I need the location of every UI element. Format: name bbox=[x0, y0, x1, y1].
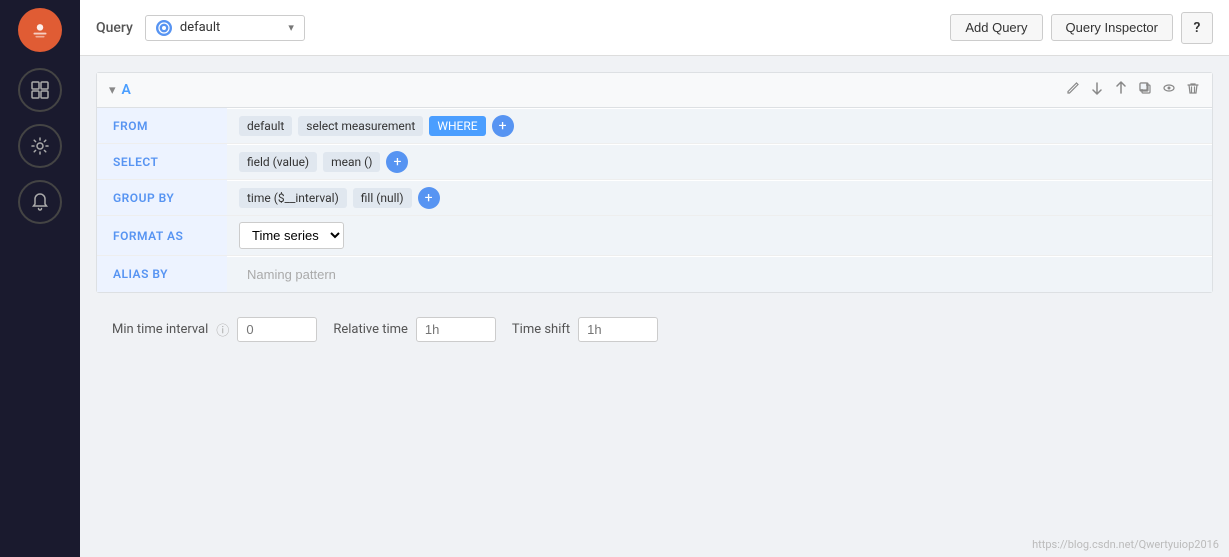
query-section-title: ▾ A bbox=[109, 82, 131, 98]
group-by-time-tag[interactable]: time ($__interval) bbox=[239, 188, 347, 208]
alias-by-content bbox=[227, 257, 1212, 292]
select-field-tag[interactable]: field (value) bbox=[239, 152, 317, 172]
alias-by-input[interactable] bbox=[239, 263, 539, 286]
select-mean-tag[interactable]: mean () bbox=[323, 152, 380, 172]
query-section-actions bbox=[1066, 81, 1200, 99]
time-shift-group: Time shift bbox=[512, 317, 658, 342]
format-as-content: Time series Table Document bbox=[227, 216, 1212, 255]
select-label: SELECT bbox=[97, 144, 227, 179]
format-as-select[interactable]: Time series Table Document bbox=[240, 223, 343, 248]
min-time-interval-group: Min time interval ⓘ bbox=[112, 317, 317, 342]
copy-icon[interactable] bbox=[1138, 81, 1152, 99]
sidebar-item-dashboards[interactable] bbox=[18, 68, 62, 112]
datasource-icon bbox=[156, 20, 172, 36]
alias-by-label: ALIAS BY bbox=[97, 256, 227, 292]
from-default-tag[interactable]: default bbox=[239, 116, 292, 136]
collapse-icon[interactable]: ▾ bbox=[109, 83, 116, 98]
query-panel: ▾ A bbox=[80, 56, 1229, 557]
query-inspector-button[interactable]: Query Inspector bbox=[1051, 14, 1174, 41]
query-section-header: ▾ A bbox=[97, 73, 1212, 108]
bottom-options: Min time interval ⓘ Relative time Time s… bbox=[96, 309, 1213, 358]
select-add-button[interactable]: + bbox=[386, 151, 408, 173]
min-time-interval-label: Min time interval bbox=[112, 322, 208, 337]
topbar-right: Add Query Query Inspector ? bbox=[950, 12, 1213, 44]
group-by-label: GROUP BY bbox=[97, 180, 227, 215]
datasource-caret-icon: ▾ bbox=[288, 21, 294, 34]
relative-time-label: Relative time bbox=[333, 322, 408, 337]
from-measurement-tag[interactable]: select measurement bbox=[298, 116, 423, 136]
min-time-interval-input[interactable] bbox=[237, 317, 317, 342]
select-content: field (value) mean () + bbox=[227, 145, 1212, 179]
select-row: SELECT field (value) mean () + bbox=[97, 144, 1212, 180]
time-shift-label: Time shift bbox=[512, 322, 570, 337]
query-label: Query bbox=[96, 20, 133, 36]
from-add-button[interactable]: + bbox=[492, 115, 514, 137]
sidebar-item-alerts[interactable] bbox=[18, 180, 62, 224]
watermark: https://blog.csdn.net/Qwertyuiop2016 bbox=[1032, 538, 1219, 551]
datasource-name: default bbox=[180, 20, 280, 35]
datasource-selector[interactable]: default ▾ bbox=[145, 15, 305, 41]
group-by-row: GROUP BY time ($__interval) fill (null) … bbox=[97, 180, 1212, 216]
group-by-add-button[interactable]: + bbox=[418, 187, 440, 209]
delete-icon[interactable] bbox=[1186, 81, 1200, 99]
query-rows: FROM default select measurement WHERE + … bbox=[97, 108, 1212, 292]
query-section-a: ▾ A bbox=[96, 72, 1213, 293]
from-row: FROM default select measurement WHERE + bbox=[97, 108, 1212, 144]
topbar-left: Query default ▾ bbox=[96, 15, 305, 41]
visibility-icon[interactable] bbox=[1162, 81, 1176, 99]
format-as-label: FORMAT AS bbox=[97, 216, 227, 255]
topbar: Query default ▾ Add Query Query Inspecto… bbox=[80, 0, 1229, 56]
alias-by-row: ALIAS BY bbox=[97, 256, 1212, 292]
query-letter: A bbox=[122, 82, 131, 98]
help-button[interactable]: ? bbox=[1181, 12, 1213, 44]
group-by-content: time ($__interval) fill (null) + bbox=[227, 181, 1212, 215]
relative-time-input[interactable] bbox=[416, 317, 496, 342]
grafana-logo[interactable] bbox=[18, 8, 62, 52]
from-label: FROM bbox=[97, 108, 227, 143]
add-query-button[interactable]: Add Query bbox=[950, 14, 1042, 41]
main-content: Query default ▾ Add Query Query Inspecto… bbox=[80, 0, 1229, 557]
format-select-wrapper[interactable]: Time series Table Document bbox=[239, 222, 344, 249]
sidebar bbox=[0, 0, 80, 557]
move-down-icon[interactable] bbox=[1090, 81, 1104, 99]
time-shift-input[interactable] bbox=[578, 317, 658, 342]
edit-icon[interactable] bbox=[1066, 81, 1080, 99]
format-as-row: FORMAT AS Time series Table Document bbox=[97, 216, 1212, 256]
where-tag[interactable]: WHERE bbox=[429, 116, 485, 136]
min-time-interval-info-icon[interactable]: ⓘ bbox=[216, 320, 229, 339]
sidebar-item-gear[interactable] bbox=[18, 124, 62, 168]
group-by-fill-tag[interactable]: fill (null) bbox=[353, 188, 412, 208]
relative-time-group: Relative time bbox=[333, 317, 496, 342]
from-content: default select measurement WHERE + bbox=[227, 109, 1212, 143]
move-up-icon[interactable] bbox=[1114, 81, 1128, 99]
